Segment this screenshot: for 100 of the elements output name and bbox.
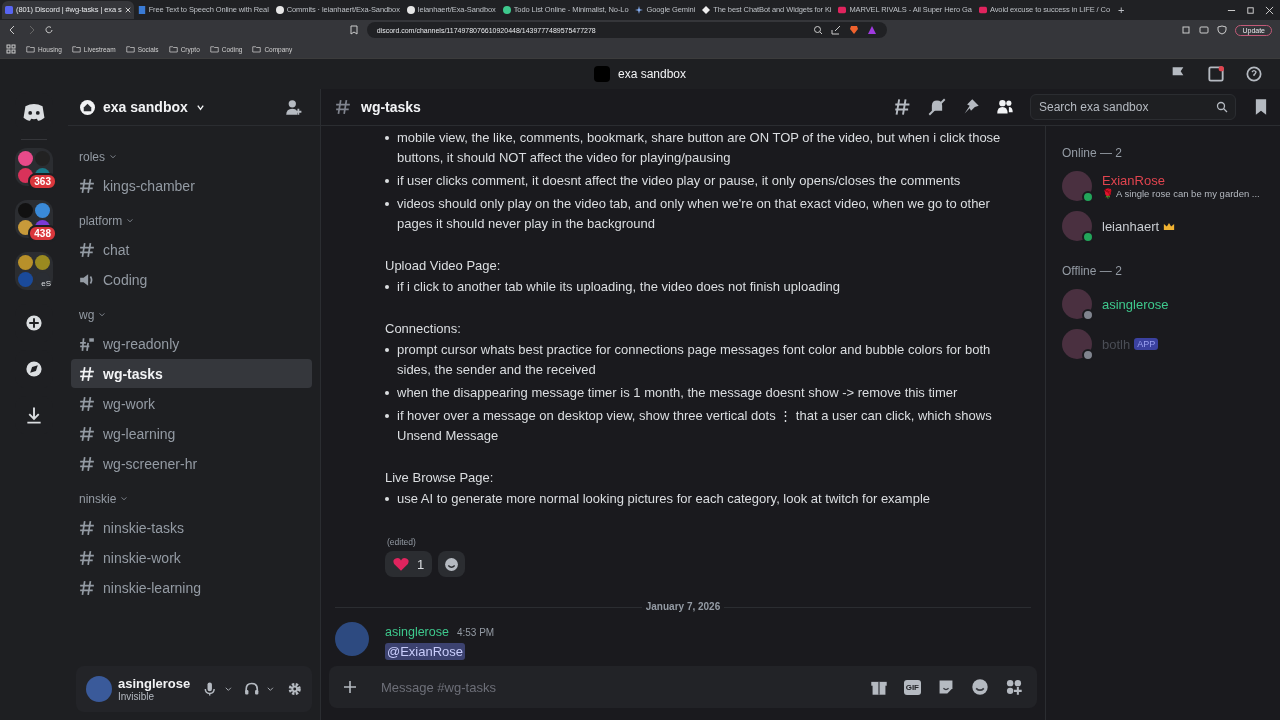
members-icon[interactable] <box>996 98 1014 116</box>
sparkle-icon <box>635 6 644 14</box>
share-icon[interactable] <box>830 25 841 35</box>
message-input[interactable]: Message #wg-tasks <box>373 671 854 703</box>
custom-status: 🌹 A single rose can be my garden ... <box>1102 188 1260 199</box>
inbox-icon[interactable] <box>1208 66 1224 82</box>
wallet-icon[interactable] <box>1199 25 1210 35</box>
gif-button[interactable]: GIF <box>903 679 921 695</box>
settings-icon[interactable] <box>286 681 302 697</box>
channel-item[interactable]: ninskie-tasks <box>71 513 312 542</box>
emoji-icon[interactable] <box>971 678 989 696</box>
bullet-icon <box>385 136 389 140</box>
apps-icon[interactable] <box>1005 678 1023 696</box>
bullet-icon <box>385 285 389 289</box>
hash-icon <box>79 549 95 566</box>
bullet-icon <box>385 179 389 183</box>
member-name[interactable]: ExianRose <box>1102 173 1165 188</box>
channel-item[interactable]: ninskie-work <box>71 543 312 572</box>
app-tag: APP <box>1134 338 1159 350</box>
member-group-title: Online — 2 <box>1062 146 1124 160</box>
document-icon <box>137 6 146 14</box>
reload-icon[interactable] <box>44 25 54 35</box>
sticker-icon[interactable] <box>937 678 955 696</box>
bullet-icon <box>385 348 389 352</box>
message-text: when the disappearing message timer is 1 month, the message doesnt show -> remove this timer <box>397 384 958 402</box>
close-icon[interactable] <box>1265 5 1274 15</box>
channel-item[interactable]: wg-readonly <box>71 329 312 358</box>
threads-icon[interactable] <box>894 98 912 116</box>
folder-icon <box>209 45 219 53</box>
muted-bell-icon[interactable] <box>928 98 946 116</box>
user-status: Invisible <box>118 691 156 702</box>
message-text: if hover over a message on desktop view, show three vertical dots ⋮ that a user can click, which shows Unsend Message <box>397 407 993 445</box>
avatar[interactable] <box>1062 171 1092 201</box>
new-tab-button[interactable]: + <box>1113 4 1129 16</box>
channel-title: wg-tasks <box>361 99 421 115</box>
apps-grid-icon[interactable] <box>6 44 16 54</box>
message-text: Connections: <box>385 320 462 338</box>
category-label[interactable]: platform <box>79 214 123 228</box>
hash-icon <box>79 425 95 442</box>
timestamp: 4:53 PM <box>456 627 495 638</box>
avatar[interactable] <box>1062 289 1092 319</box>
add-reaction-button[interactable] <box>438 551 466 577</box>
shield-icon[interactable] <box>1217 25 1228 35</box>
plus-icon[interactable] <box>343 680 357 694</box>
edited-label: (edited) <box>387 537 416 547</box>
server-icon <box>593 66 610 82</box>
search-field[interactable]: Search exa sandbox <box>1030 94 1236 120</box>
channel-item[interactable]: wg-work <box>71 389 312 418</box>
channel-item[interactable]: chat <box>71 235 312 264</box>
smile-icon <box>444 556 460 572</box>
headphones-icon[interactable] <box>244 681 260 697</box>
hash-icon <box>79 241 95 258</box>
channel-item[interactable]: wg-screener-hr <box>71 449 312 478</box>
puzzle-icon[interactable] <box>1181 25 1192 35</box>
message-text: Live Browse Page: <box>385 469 495 487</box>
unread-badge: 438 <box>28 225 57 242</box>
category-label[interactable]: ninskie <box>79 492 117 506</box>
hash-icon <box>79 455 95 472</box>
chevron-down-icon[interactable] <box>195 102 205 112</box>
reaction-button[interactable]: 1 <box>385 551 433 577</box>
server-name[interactable]: exa sandbox <box>103 99 188 115</box>
channel-item[interactable]: kings-chamber <box>71 171 312 200</box>
bullet-icon <box>385 391 389 395</box>
server-initials: eS <box>41 279 51 288</box>
message-text: if user clicks comment, it doesnt affect the video play or pause, it only opens/closes the comments <box>397 172 961 190</box>
restore-icon[interactable] <box>1246 5 1255 15</box>
discord-icon <box>5 6 13 14</box>
home-badge-icon <box>80 99 95 115</box>
channel-item[interactable]: ninskie-learning <box>71 573 312 602</box>
channel-item[interactable]: wg-tasks <box>71 359 312 388</box>
member-name[interactable]: asinglerose <box>1102 296 1169 312</box>
folder-icon <box>252 45 262 53</box>
hash-icon <box>79 177 95 194</box>
folder-icon <box>168 45 178 53</box>
close-icon[interactable] <box>124 7 131 13</box>
add-member-icon[interactable] <box>285 98 302 116</box>
crown-icon <box>1163 221 1176 231</box>
server-folder[interactable] <box>15 252 53 290</box>
author-name[interactable]: asinglerose <box>385 625 449 639</box>
channel-item[interactable]: Coding <box>71 265 312 294</box>
triangle-icon[interactable] <box>866 25 877 35</box>
user-name: asinglerose <box>118 676 191 691</box>
hash-icon <box>335 99 351 115</box>
avatar[interactable] <box>1062 211 1092 241</box>
bullet-icon <box>385 497 389 501</box>
help-icon[interactable] <box>1246 66 1262 82</box>
zoom-icon[interactable] <box>812 25 823 35</box>
message-composer[interactable]: Message #wg-tasks GIF <box>329 666 1037 708</box>
member-name[interactable]: leianhaert <box>1102 218 1176 234</box>
hash-icon <box>79 365 95 382</box>
bookmark-icon[interactable] <box>348 25 359 35</box>
category-label[interactable]: roles <box>79 150 105 164</box>
window-title: exa sandbox <box>617 67 687 81</box>
mention-link[interactable]: @ExianRose <box>385 643 466 660</box>
folder-icon <box>125 45 135 53</box>
avatar[interactable] <box>1062 329 1092 359</box>
microphone-icon[interactable] <box>202 681 218 697</box>
play-icon <box>978 6 987 14</box>
channel-item[interactable]: wg-learning <box>71 419 312 448</box>
category-label[interactable]: wg <box>79 308 95 322</box>
